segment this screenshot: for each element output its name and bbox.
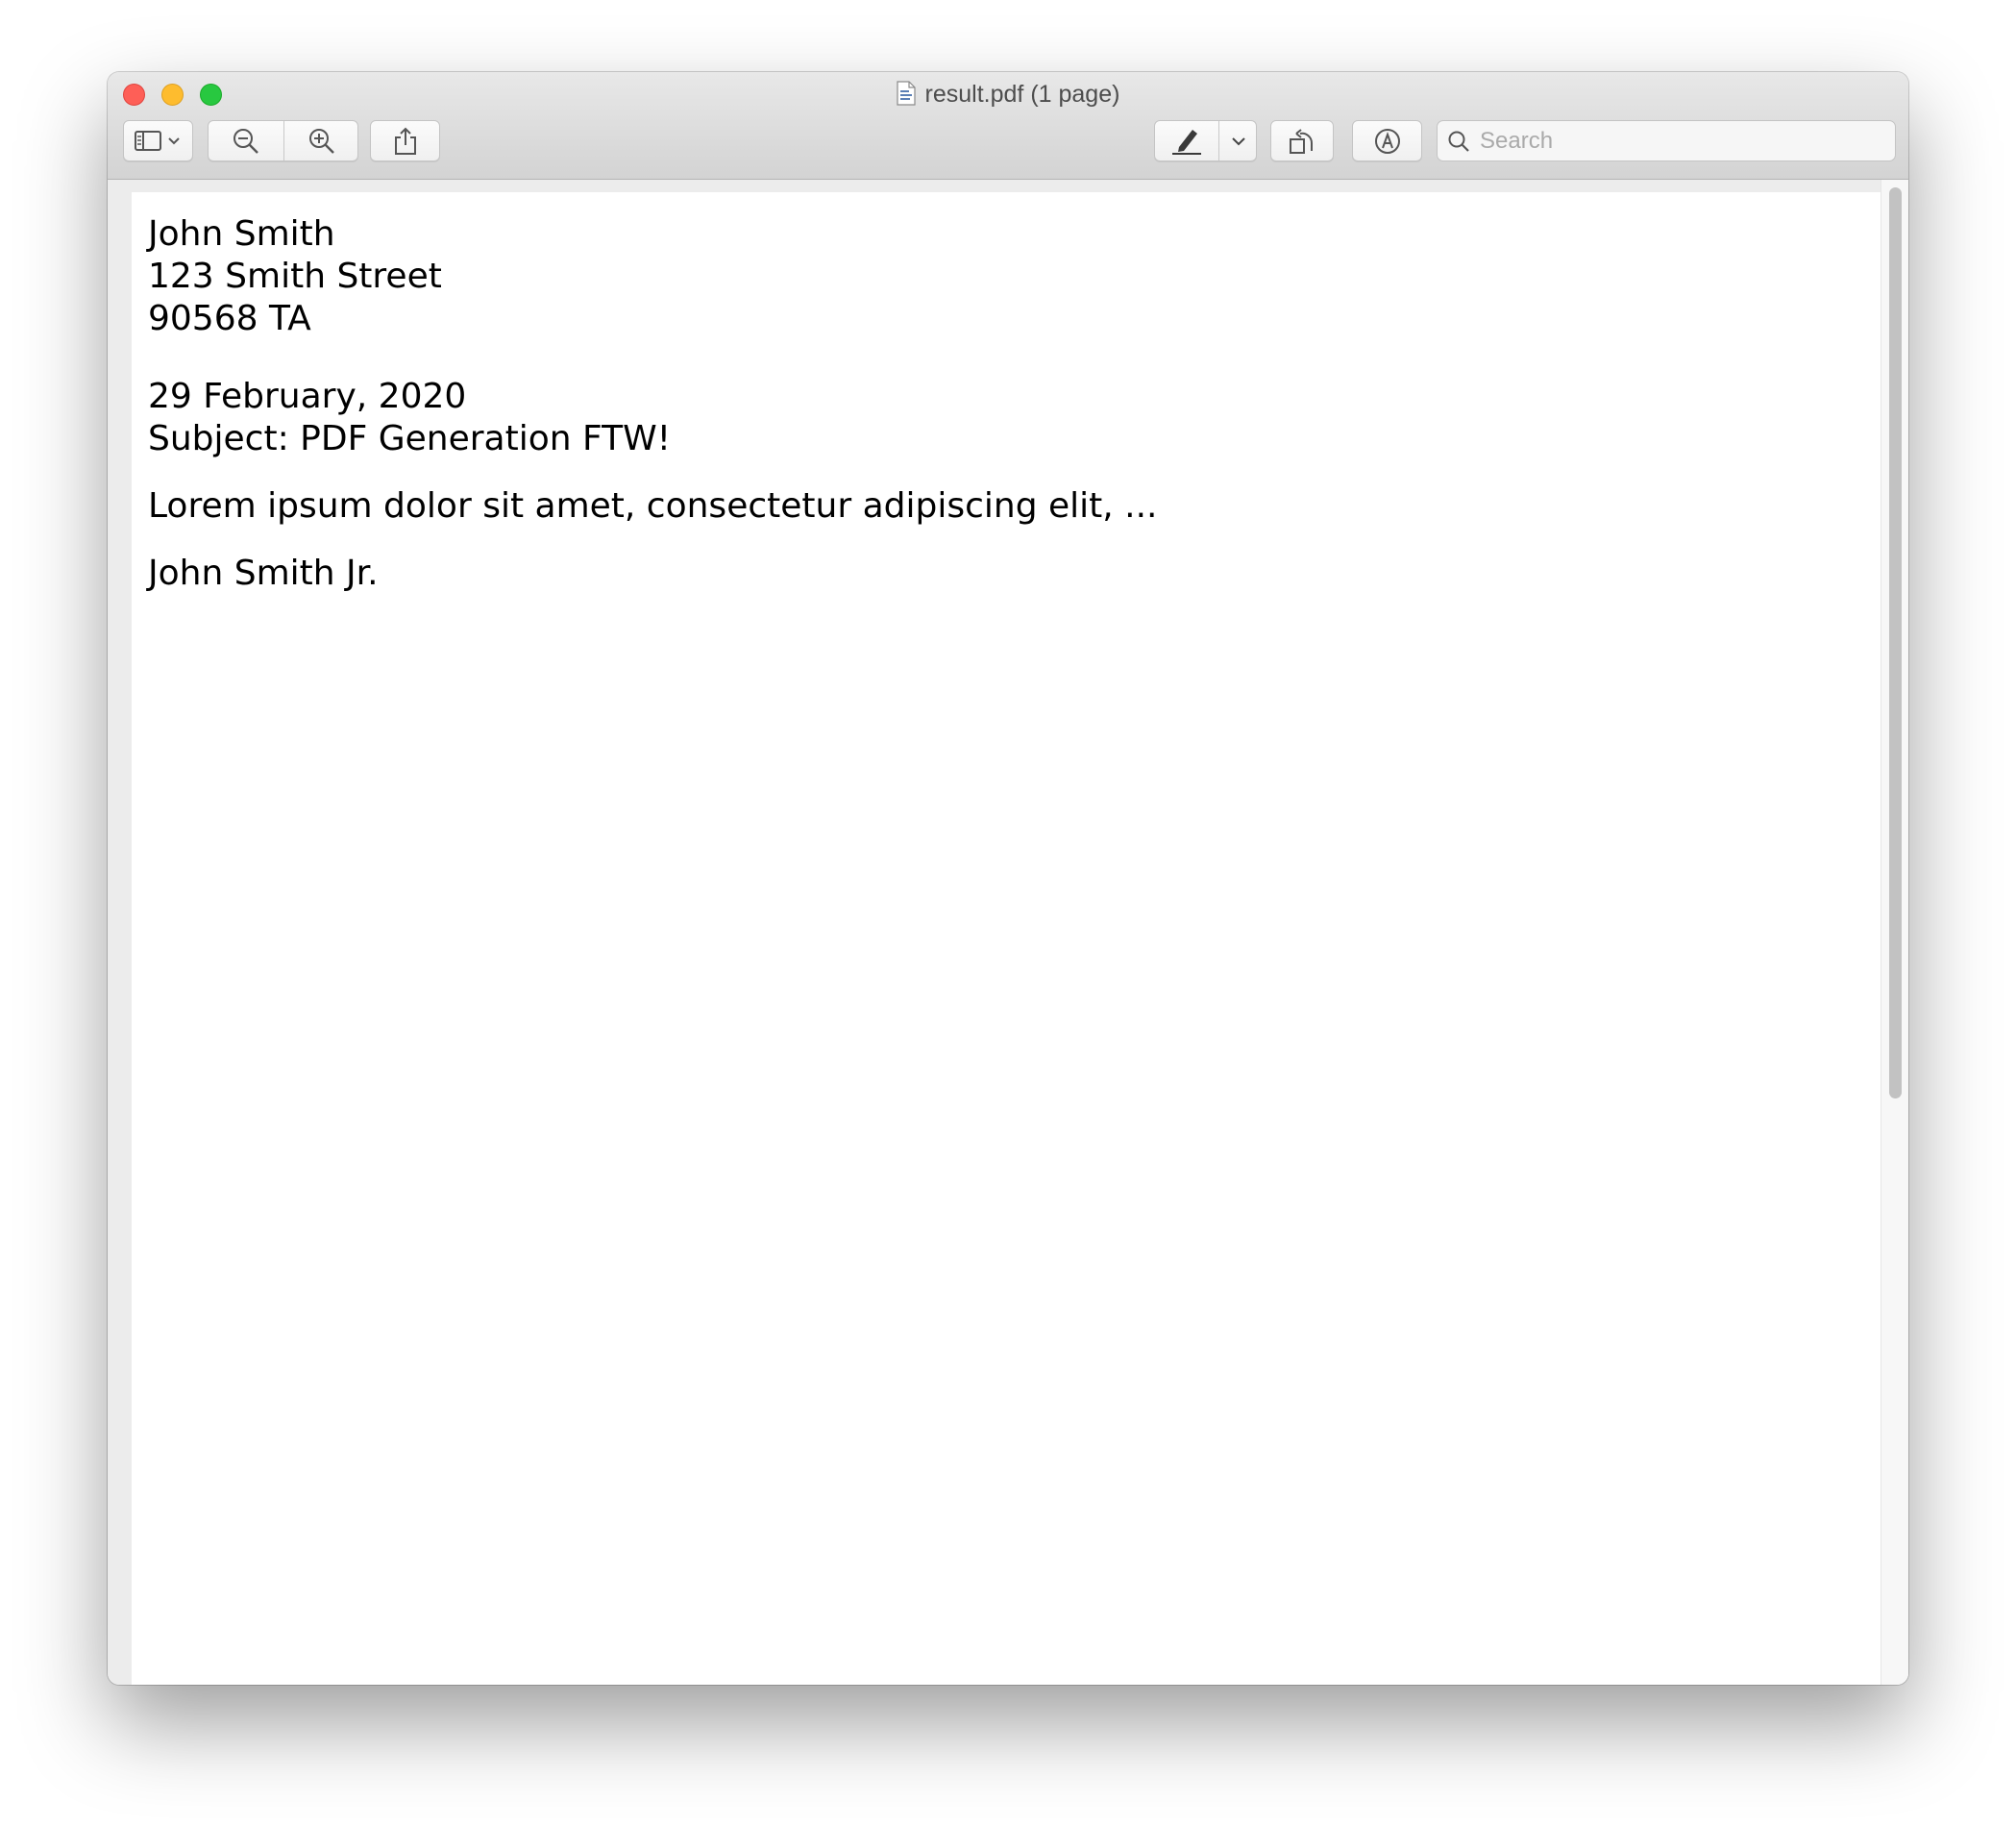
- document-viewport: John Smith 123 Smith Street 90568 TA 29 …: [108, 180, 1908, 1685]
- letter-body: Lorem ipsum dolor sit amet, consectetur …: [148, 486, 1158, 526]
- search-icon: [1447, 130, 1470, 158]
- window-title-text: result.pdf (1 page): [924, 81, 1120, 108]
- pen-highlight-icon: [1169, 126, 1204, 157]
- highlight-control: [1154, 120, 1257, 161]
- rotate-icon: [1287, 126, 1317, 157]
- letter-date: 29 February, 2020: [148, 377, 467, 416]
- sender-postal: 90568 TA: [148, 299, 311, 338]
- highlight-button[interactable]: [1155, 121, 1218, 160]
- search-field[interactable]: [1437, 120, 1896, 161]
- titlebar: result.pdf (1 page): [108, 72, 1908, 180]
- share-button[interactable]: [370, 120, 440, 161]
- preview-window: result.pdf (1 page) Search John Smith 12…: [108, 72, 1908, 1685]
- zoom-in-icon: [307, 127, 336, 156]
- chevron-down-icon: [1231, 136, 1246, 147]
- zoom-out-icon: [232, 127, 260, 156]
- sender-name: John Smith: [148, 214, 335, 254]
- zoom-in-button[interactable]: [284, 121, 358, 160]
- letter-subject: Subject: PDF Generation FTW!: [148, 419, 672, 458]
- vertical-scrollbar[interactable]: [1881, 180, 1908, 1685]
- rotate-button[interactable]: [1270, 120, 1334, 161]
- pdf-page: John Smith 123 Smith Street 90568 TA 29 …: [132, 192, 1881, 1685]
- highlight-options-button[interactable]: [1219, 121, 1257, 160]
- sender-street: 123 Smith Street: [148, 257, 442, 296]
- pdf-document-icon: [896, 81, 916, 112]
- letter-signature: John Smith Jr.: [148, 554, 379, 593]
- sidebar-toggle-button[interactable]: [123, 120, 193, 161]
- search-input[interactable]: [1480, 121, 1883, 160]
- markup-circle-icon: [1373, 127, 1402, 156]
- share-icon: [393, 127, 418, 156]
- sidebar-toggle-icon: [134, 129, 184, 154]
- zoom-control: [208, 120, 358, 161]
- scrollbar-thumb[interactable]: [1889, 187, 1902, 1098]
- window-title: result.pdf (1 page): [108, 80, 1908, 112]
- markup-toolbar-button[interactable]: [1352, 120, 1422, 161]
- letter-text: John Smith 123 Smith Street 90568 TA 29 …: [148, 213, 1158, 595]
- zoom-out-button[interactable]: [209, 121, 283, 160]
